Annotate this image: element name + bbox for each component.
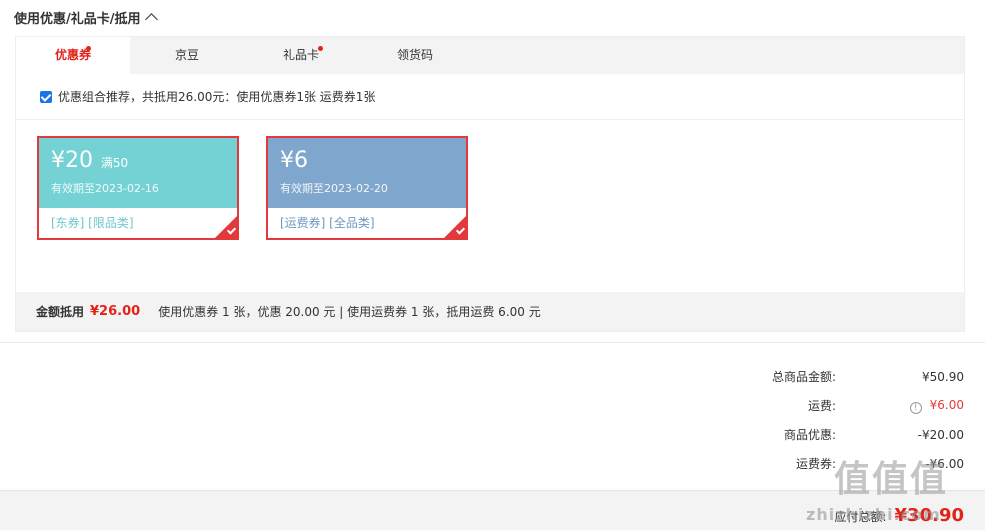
tab-label: 京豆 — [174, 48, 199, 62]
info-icon[interactable]: ! — [909, 401, 922, 414]
notification-dot-icon — [86, 46, 91, 51]
payment-footer: 应付总额: ¥30.90 — [0, 490, 985, 530]
coupon-expiry: 有效期至2023-02-16 — [51, 182, 159, 195]
coupon-expiry: 有效期至2023-02-20 — [280, 182, 388, 195]
coupon-condition: 满50 — [100, 156, 129, 170]
tab-coupons[interactable]: 优惠券 — [16, 37, 130, 74]
checkout-page: 使用优惠/礼品卡/抵用 优惠券 京豆 礼品卡 领货码 优惠组合推荐，共抵用26.… — [0, 0, 985, 530]
shipping-amount: ¥6.00 — [929, 397, 964, 412]
discount-section-header[interactable]: 使用优惠/礼品卡/抵用 — [14, 8, 158, 27]
notification-dot-icon — [318, 46, 323, 51]
coupon-tags: [运费券] [全品类] — [280, 216, 375, 230]
discount-panel: 优惠券 京豆 礼品卡 领货码 优惠组合推荐，共抵用26.00元：使用优惠券1张 … — [15, 36, 965, 332]
payable-label: 应付总额: — [834, 510, 887, 524]
total-row-shipping: 运费: ! ¥6.00 — [664, 391, 964, 420]
combo-recommend-row: 优惠组合推荐，共抵用26.00元：使用优惠券1张 运费券1张 — [16, 74, 964, 120]
combo-text: 优惠组合推荐，共抵用26.00元：使用优惠券1张 运费券1张 — [58, 90, 376, 104]
coupon-list: ¥20 满50 有效期至2023-02-16 [东券] [限品类] ¥6 有效期… — [16, 120, 964, 292]
tab-label: 领货码 — [396, 48, 433, 62]
discount-summary: 金额抵用 ¥26.00 使用优惠券 1 张，优惠 20.00 元 | 使用运费券… — [16, 292, 964, 331]
tab-gift-card[interactable]: 礼品卡 — [244, 37, 358, 74]
divider — [0, 342, 985, 343]
tab-jingdou[interactable]: 京豆 — [130, 37, 244, 74]
order-totals: 总商品金额: ¥50.90 运费: ! ¥6.00 商品优惠: -¥20.00 运… — [664, 362, 964, 478]
total-row-shipping-coupon: 运费券: -¥6.00 — [664, 449, 964, 478]
row-value: ¥50.90 — [922, 369, 964, 384]
payable-total: 应付总额: ¥30.90 — [834, 505, 964, 526]
tab-label: 礼品卡 — [282, 48, 319, 62]
row-value: ! ¥6.00 — [836, 398, 964, 414]
total-row-goods: 总商品金额: ¥50.90 — [664, 362, 964, 391]
coupon-tags: [东券] [限品类] — [51, 216, 134, 230]
combo-checkbox[interactable] — [40, 90, 52, 103]
section-title: 使用优惠/礼品卡/抵用 — [14, 12, 141, 27]
row-label: 总商品金额: — [771, 370, 836, 384]
discount-tabs: 优惠券 京豆 礼品卡 领货码 — [16, 37, 964, 74]
row-label: 运费券: — [795, 457, 836, 471]
chevron-up-icon[interactable] — [144, 13, 158, 26]
row-label: 商品优惠: — [783, 428, 836, 442]
summary-detail: 使用优惠券 1 张，优惠 20.00 元 | 使用运费券 1 张，抵用运费 6.… — [158, 305, 541, 319]
total-row-discount: 商品优惠: -¥20.00 — [664, 420, 964, 449]
row-label: 运费: — [807, 399, 836, 413]
summary-amount: ¥26.00 — [90, 304, 141, 319]
coupon-header: ¥6 有效期至2023-02-20 — [268, 138, 466, 208]
row-value: -¥20.00 — [917, 427, 964, 442]
summary-label: 金额抵用 — [36, 305, 85, 319]
tab-redeem-code[interactable]: 领货码 — [358, 37, 472, 74]
row-value: -¥6.00 — [925, 456, 964, 471]
coupon-amount: ¥6 — [280, 148, 308, 173]
coupon-card[interactable]: ¥6 有效期至2023-02-20 [运费券] [全品类] — [266, 136, 468, 240]
coupon-card[interactable]: ¥20 满50 有效期至2023-02-16 [东券] [限品类] — [37, 136, 239, 240]
payable-amount: ¥30.90 — [894, 505, 964, 526]
coupon-amount: ¥20 — [51, 148, 93, 173]
coupon-header: ¥20 满50 有效期至2023-02-16 — [39, 138, 237, 208]
